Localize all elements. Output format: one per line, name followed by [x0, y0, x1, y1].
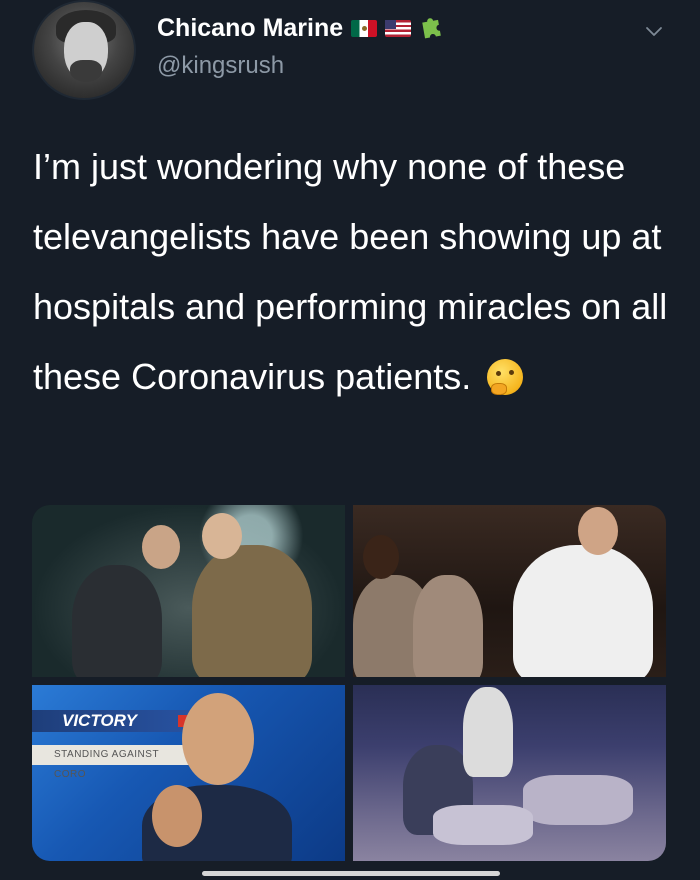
photo-head — [142, 525, 180, 569]
puzzle-piece-icon — [419, 13, 445, 44]
photo-figure — [463, 687, 513, 777]
media-grid[interactable]: VICTORY STANDING AGAINST CORO — [32, 505, 666, 861]
photo-figure — [192, 545, 312, 677]
photo-4[interactable] — [353, 685, 666, 861]
photo-head — [363, 535, 399, 579]
photo-head — [182, 693, 254, 785]
author-handle[interactable]: @kingsrush — [157, 52, 284, 80]
photo-figure — [413, 575, 483, 677]
photo-figure — [523, 775, 633, 825]
thinking-face-icon — [487, 359, 524, 395]
tweet-text: I’m just wondering why none of these tel… — [33, 146, 668, 397]
author-avatar[interactable] — [32, 0, 136, 100]
photo-head — [578, 507, 618, 555]
us-flag-icon — [385, 20, 412, 37]
photo-figure — [72, 565, 162, 677]
tweet-body: I’m just wondering why none of these tel… — [33, 132, 673, 412]
photo-3[interactable]: VICTORY STANDING AGAINST CORO — [32, 685, 345, 861]
photo-1[interactable] — [32, 505, 345, 677]
chevron-down-icon[interactable] — [644, 22, 664, 42]
author-display-name[interactable]: Chicano Marine — [157, 14, 343, 43]
mexico-flag-icon — [351, 20, 378, 37]
photo-head — [202, 513, 242, 559]
avatar-beard — [70, 60, 102, 82]
photo-figure — [513, 545, 653, 677]
photo-2[interactable] — [353, 505, 666, 677]
author-name-row[interactable]: Chicano Marine — [157, 13, 445, 44]
photo-hand — [152, 785, 202, 847]
home-indicator — [202, 871, 500, 876]
photo-figure — [433, 805, 533, 845]
news-ticker: STANDING AGAINST CORO — [32, 745, 192, 780]
